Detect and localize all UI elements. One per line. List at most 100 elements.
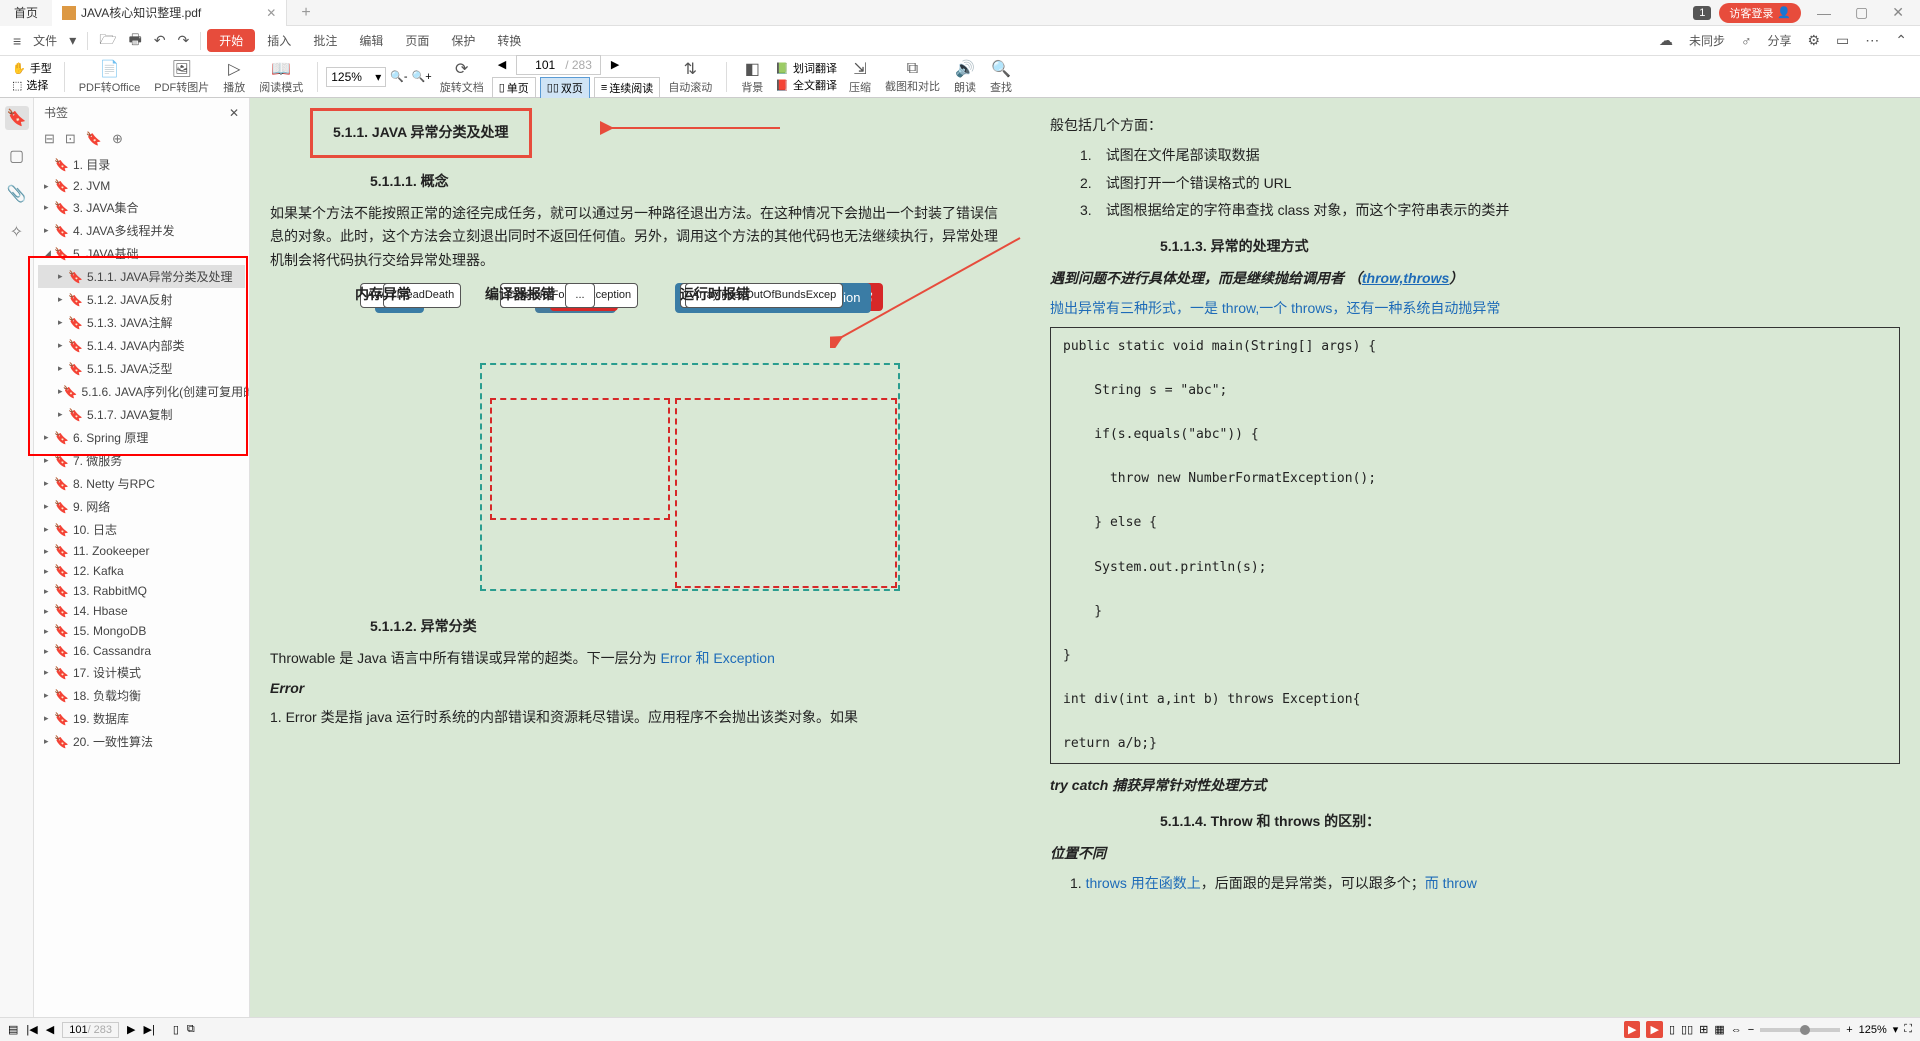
bookmark-item[interactable]: 🔖2. JVM: [38, 176, 245, 196]
status-rec1-icon[interactable]: ▶: [1624, 1021, 1640, 1038]
menu-convert[interactable]: 转换: [487, 29, 531, 52]
bookmark-icon[interactable]: 🔖: [5, 106, 29, 130]
menu-page[interactable]: 页面: [395, 29, 439, 52]
minimize-button[interactable]: —: [1809, 5, 1839, 21]
status-fit-icon[interactable]: ⇔: [1731, 1024, 1742, 1036]
bookmark-item[interactable]: 🔖5. JAVA基础: [38, 242, 245, 265]
bookmark-item[interactable]: 🔖13. RabbitMQ: [38, 581, 245, 601]
status-layout3-icon[interactable]: ⊞: [1699, 1023, 1708, 1036]
status-last-icon[interactable]: ▶|: [144, 1023, 155, 1036]
more-icon[interactable]: ⋯: [1860, 29, 1884, 52]
ai-icon[interactable]: ✧: [5, 220, 29, 244]
bookmark-item[interactable]: 🔖3. JAVA集合: [38, 196, 245, 219]
bookmark-item[interactable]: 🔖5.1.1. JAVA异常分类及处理: [38, 265, 245, 288]
bookmark-item[interactable]: 🔖19. 数据库: [38, 707, 245, 730]
tab-close[interactable]: ✕: [266, 6, 276, 20]
thumbnail-icon[interactable]: ▢: [5, 144, 29, 168]
tab-document[interactable]: JAVA核心知识整理.pdf ✕: [52, 0, 287, 26]
menu-start[interactable]: 开始: [207, 29, 255, 52]
status-rec2-icon[interactable]: ▶: [1646, 1021, 1662, 1038]
bookmark-item[interactable]: 🔖1. 目录: [38, 153, 245, 176]
window-icon[interactable]: ▭: [1831, 29, 1854, 52]
share-icon[interactable]: ♂: [1736, 30, 1757, 52]
bookmark-item[interactable]: 🔖20. 一致性算法: [38, 730, 245, 753]
tool-read-aloud[interactable]: 🔊朗读: [948, 59, 982, 95]
cloud-icon[interactable]: ☁: [1654, 29, 1678, 52]
tool-read-mode[interactable]: 📖阅读模式: [253, 59, 309, 95]
bookmark-item[interactable]: 🔖14. Hbase: [38, 601, 245, 621]
status-first-icon[interactable]: |◀: [26, 1023, 37, 1036]
tool-play[interactable]: ▷播放: [217, 59, 251, 95]
bookmark-item[interactable]: 🔖5.1.4. JAVA内部类: [38, 334, 245, 357]
bookmark-item[interactable]: 🔖5.1.6. JAVA序列化(创建可复用的Java对象): [38, 380, 245, 403]
zoom-dropdown-icon[interactable]: ▾: [1893, 1023, 1899, 1036]
status-layout2-icon[interactable]: ▯▯: [1681, 1023, 1693, 1036]
tab-home[interactable]: 首页: [0, 0, 52, 26]
tool-rotate[interactable]: ⟳旋转文档: [434, 59, 490, 95]
attachment-icon[interactable]: 📎: [5, 182, 29, 206]
zoom-slider[interactable]: [1760, 1028, 1840, 1032]
bookmark-item[interactable]: 🔖5.1.2. JAVA反射: [38, 288, 245, 311]
menu-insert[interactable]: 插入: [257, 29, 301, 52]
tool-select[interactable]: ⬚选择: [12, 77, 52, 93]
tool-compare[interactable]: ⧉截图和对比: [879, 60, 946, 94]
page-input[interactable]: 101/ 283: [516, 55, 601, 75]
bookmark-item[interactable]: 🔖4. JAVA多线程并发: [38, 219, 245, 242]
maximize-button[interactable]: ▢: [1847, 4, 1876, 21]
zoom-in-status-icon[interactable]: +: [1846, 1024, 1852, 1036]
menu-protect[interactable]: 保护: [441, 29, 485, 52]
menu-file[interactable]: 文件: [28, 29, 62, 52]
view-continuous[interactable]: ≡连续阅读: [594, 77, 660, 99]
status-layout1-icon[interactable]: ▯: [1669, 1023, 1675, 1036]
menu-annotate[interactable]: 批注: [303, 29, 347, 52]
tool-find[interactable]: 🔍查找: [984, 59, 1018, 95]
bookmark-item[interactable]: 🔖9. 网络: [38, 495, 245, 518]
zoom-in-icon[interactable]: 🔍+: [412, 70, 432, 83]
bookmark-item[interactable]: 🔖11. Zookeeper: [38, 541, 245, 561]
bookmark-close-icon[interactable]: ✕: [229, 106, 239, 120]
bookmark-item[interactable]: 🔖7. 微服务: [38, 449, 245, 472]
status-layout4-icon[interactable]: ▦: [1714, 1023, 1724, 1036]
bm-tool-4[interactable]: ⊕: [112, 131, 123, 147]
status-view2-icon[interactable]: ⧉: [187, 1023, 195, 1036]
tool-full-translate[interactable]: 📕全文翻译: [775, 77, 837, 93]
bookmark-tree[interactable]: 🔖1. 目录🔖2. JVM🔖3. JAVA集合🔖4. JAVA多线程并发🔖5. …: [34, 151, 249, 1017]
zoom-out-status-icon[interactable]: −: [1748, 1024, 1754, 1036]
tool-auto-scroll[interactable]: ⇅自动滚动: [662, 59, 718, 95]
bm-tool-3[interactable]: 🔖: [86, 131, 102, 147]
tool-compress[interactable]: ⇲压缩: [843, 59, 877, 95]
tool-hand[interactable]: ✋手型: [12, 60, 52, 76]
status-view1-icon[interactable]: ▯: [173, 1023, 179, 1036]
settings-icon[interactable]: ⚙: [1802, 29, 1825, 52]
bookmark-item[interactable]: 🔖10. 日志: [38, 518, 245, 541]
close-button[interactable]: ✕: [1884, 4, 1912, 21]
bookmark-item[interactable]: 🔖16. Cassandra: [38, 641, 245, 661]
menu-edit[interactable]: 编辑: [349, 29, 393, 52]
bookmark-item[interactable]: 🔖5.1.7. JAVA复制: [38, 403, 245, 426]
undo-icon[interactable]: ↶: [149, 29, 171, 52]
bookmark-item[interactable]: 🔖18. 负载均衡: [38, 684, 245, 707]
fullscreen-icon[interactable]: ⛶: [1904, 1023, 1912, 1036]
bookmark-item[interactable]: 🔖12. Kafka: [38, 561, 245, 581]
login-button[interactable]: 访客登录👤: [1719, 3, 1801, 23]
bm-tool-2[interactable]: ⊡: [65, 131, 76, 147]
document-content[interactable]: 5.1.1. JAVA 异常分类及处理 5.1.1.1. 概念 如果某个方法不能…: [250, 98, 1920, 1017]
view-double[interactable]: ▯▯双页: [540, 77, 590, 99]
page-next-icon[interactable]: ▶: [605, 58, 625, 71]
tool-pdf-to-office[interactable]: 📄PDF转Office: [73, 59, 147, 95]
bookmark-item[interactable]: 🔖8. Netty 与RPC: [38, 472, 245, 495]
bm-tool-1[interactable]: ⊟: [44, 131, 55, 147]
bookmark-item[interactable]: 🔖6. Spring 原理: [38, 426, 245, 449]
page-prev-icon[interactable]: ◀: [492, 58, 512, 71]
bookmark-item[interactable]: 🔖15. MongoDB: [38, 621, 245, 641]
menu-hamburger-icon[interactable]: ≡: [8, 30, 26, 52]
tab-add[interactable]: +: [301, 4, 310, 22]
status-next-icon[interactable]: ▶: [127, 1023, 135, 1036]
save-icon[interactable]: 🖶: [124, 26, 147, 56]
bookmark-item[interactable]: 🔖5.1.3. JAVA注解: [38, 311, 245, 334]
zoom-out-icon[interactable]: 🔍-: [390, 70, 407, 83]
status-prev-icon[interactable]: ◀: [46, 1023, 54, 1036]
share-label[interactable]: 分享: [1762, 29, 1796, 52]
menu-dropdown-icon[interactable]: ▾: [64, 29, 81, 52]
tool-background[interactable]: ◧背景: [735, 59, 769, 95]
